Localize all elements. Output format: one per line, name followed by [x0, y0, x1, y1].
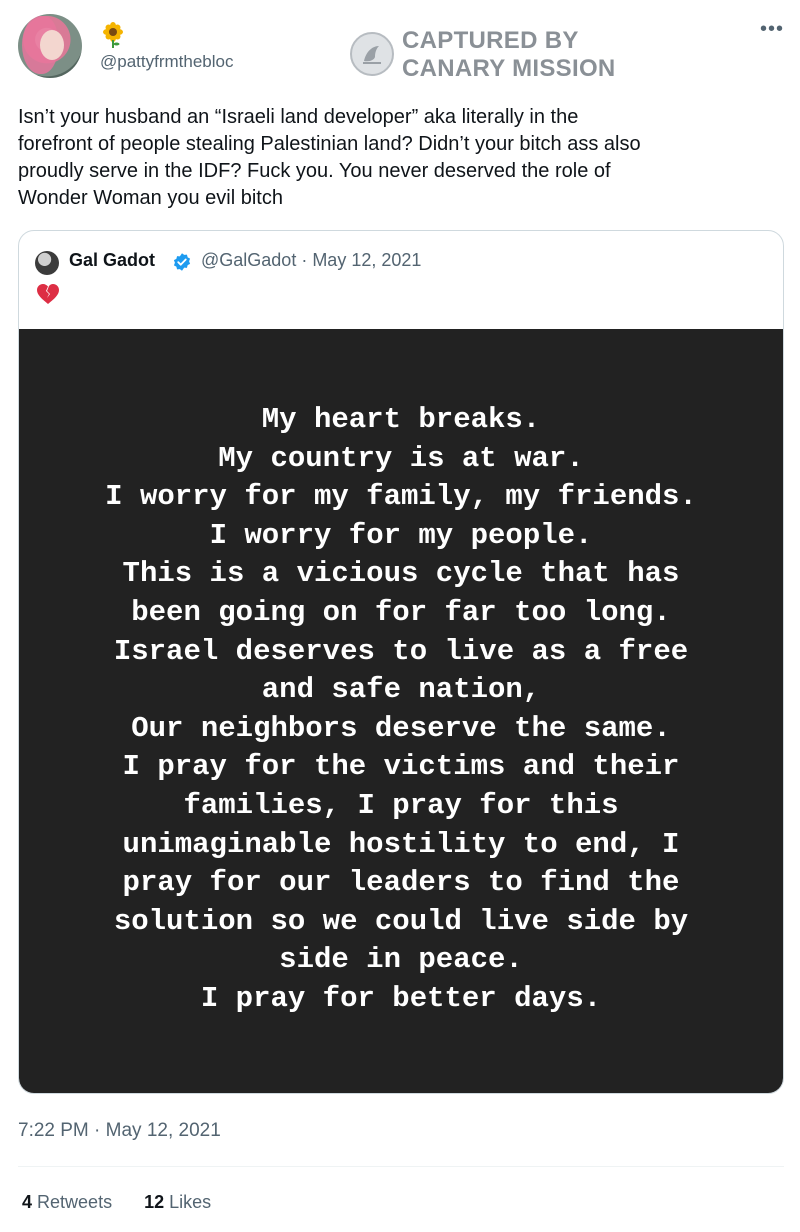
avatar-face	[40, 30, 64, 60]
story-image-text: My heart breaks. My country is at war. I w…	[19, 401, 783, 1019]
story-text-line: families, I pray for this	[183, 788, 619, 822]
story-text-line: This is a vicious cycle that has	[122, 557, 680, 591]
story-text-line: and safe nation,	[261, 673, 541, 707]
story-text-line: Israel deserves to live as a free	[113, 634, 689, 668]
story-text-line: side in peace.	[279, 943, 523, 977]
watermark-text: CAPTURED BY CANARY MISSION	[402, 27, 616, 83]
divider	[18, 1166, 784, 1167]
story-text-line: pray for our leaders to find the	[122, 866, 680, 900]
likes-count: 12	[144, 1192, 165, 1212]
more-options-icon[interactable]: •••	[760, 18, 784, 41]
broken-heart-icon	[37, 284, 59, 304]
likes-stat[interactable]: 12 Likes	[144, 1192, 211, 1212]
sunflower-icon	[103, 22, 123, 48]
quoted-author-name[interactable]: Gal Gadot	[69, 250, 155, 271]
likes-label: Likes	[169, 1192, 212, 1212]
story-text-line: I worry for my family, my friends.	[105, 480, 697, 514]
story-text-line: My country is at war.	[218, 441, 584, 475]
story-text-line: I pray for the victims and their	[122, 750, 680, 784]
verified-badge-icon	[173, 253, 191, 271]
quoted-tweet-card[interactable]: Gal Gadot @GalGadot · May 12, 2021 My he…	[18, 230, 784, 1094]
story-text-line: My heart breaks.	[261, 403, 541, 436]
story-text-line: solution so we could live side by	[113, 904, 689, 938]
story-text-line: Our neighbors deserve the same.	[131, 711, 671, 745]
author-handle[interactable]: @pattyfrmthebloc	[100, 52, 233, 72]
story-text-line: been going on for far too long.	[131, 595, 671, 629]
retweets-stat[interactable]: 4 Retweets	[22, 1192, 112, 1212]
quoted-author-avatar[interactable]	[35, 251, 59, 275]
story-text-line: unimaginable hostility to end, I	[122, 827, 680, 861]
retweets-label: Retweets	[37, 1192, 113, 1212]
watermark-line-1: CAPTURED BY	[402, 27, 579, 54]
author-avatar[interactable]	[18, 14, 82, 78]
quoted-story-image[interactable]: My heart breaks. My country is at war. I w…	[19, 329, 783, 1093]
canary-mission-logo	[350, 32, 394, 76]
tweet-stats: 4 Retweets 12 Likes	[22, 1192, 211, 1213]
tweet-timestamp[interactable]: 7:22 PM · May 12, 2021	[18, 1120, 221, 1142]
story-text-line: I worry for my people.	[209, 518, 593, 552]
canary-bird-icon	[363, 46, 381, 64]
story-text-line: I pray for better days.	[200, 981, 602, 1015]
watermark-line-2: CANARY MISSION	[402, 55, 616, 82]
retweets-count: 4	[22, 1192, 33, 1212]
quoted-tweet-meta: @GalGadot · May 12, 2021	[201, 250, 422, 270]
tweet-text: Isn’t your husband an “Israeli land deve…	[18, 106, 641, 209]
